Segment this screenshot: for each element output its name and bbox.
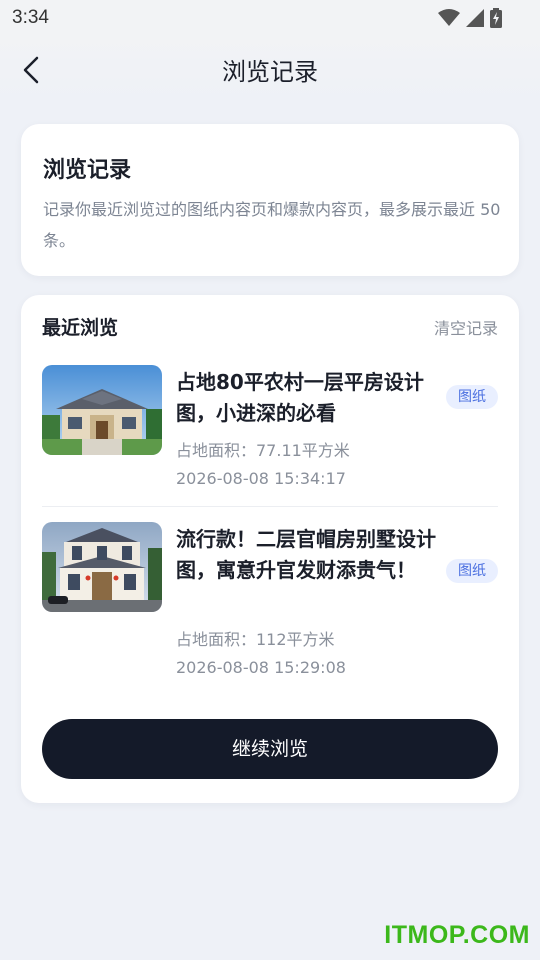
- item-tag: 图纸: [446, 385, 498, 409]
- item-title: 占地80平农村一层平房设计图，小进深的必看: [176, 370, 424, 425]
- nav-bar: 浏览记录: [0, 36, 540, 102]
- clear-history-button[interactable]: 清空记录: [434, 315, 498, 339]
- intro-title: 浏览记录: [43, 158, 132, 183]
- intro-card: 浏览记录 记录你最近浏览过的图纸内容页和爆款内容页，最多展示最近 50 条。: [21, 124, 519, 276]
- status-time: 3:34: [12, 7, 49, 28]
- signal-icon: [466, 9, 484, 27]
- status-icons: [438, 8, 502, 28]
- item-timestamp: 2026-08-08 15:29:08: [176, 658, 346, 677]
- section-title: 最近浏览: [42, 317, 119, 339]
- list-item[interactable]: 流行款！二层官帽房别墅设计图，寓意升官发财添贵气！ 图纸 占地面积：112平方米…: [42, 522, 498, 692]
- status-bar: 3:34: [0, 0, 540, 36]
- item-title: 流行款！二层官帽房别墅设计图，寓意升官发财添贵气！: [176, 527, 436, 582]
- item-area: 占地面积：77.11平方米: [176, 441, 350, 460]
- recent-list-card: 最近浏览 清空记录 占地80平农村一层平房设计图，小进深的必看 图纸 占地面积：…: [21, 295, 519, 803]
- house-thumbnail-image: [42, 365, 162, 455]
- intro-description: 记录你最近浏览过的图纸内容页和爆款内容页，最多展示最近 50 条。: [43, 200, 501, 250]
- item-timestamp: 2026-08-08 15:34:17: [176, 469, 346, 488]
- item-tag: 图纸: [446, 559, 498, 583]
- list-item[interactable]: 占地80平农村一层平房设计图，小进深的必看 图纸 占地面积：77.11平方米 2…: [42, 365, 498, 507]
- item-area: 占地面积：112平方米: [176, 630, 335, 649]
- continue-browsing-button[interactable]: 继续浏览: [42, 719, 498, 779]
- wifi-icon: [438, 9, 460, 26]
- page-title: 浏览记录: [222, 58, 318, 86]
- watermark: ITMOP.COM: [384, 921, 530, 949]
- battery-charging-icon: [490, 8, 502, 28]
- villa-thumbnail-image: [42, 522, 162, 612]
